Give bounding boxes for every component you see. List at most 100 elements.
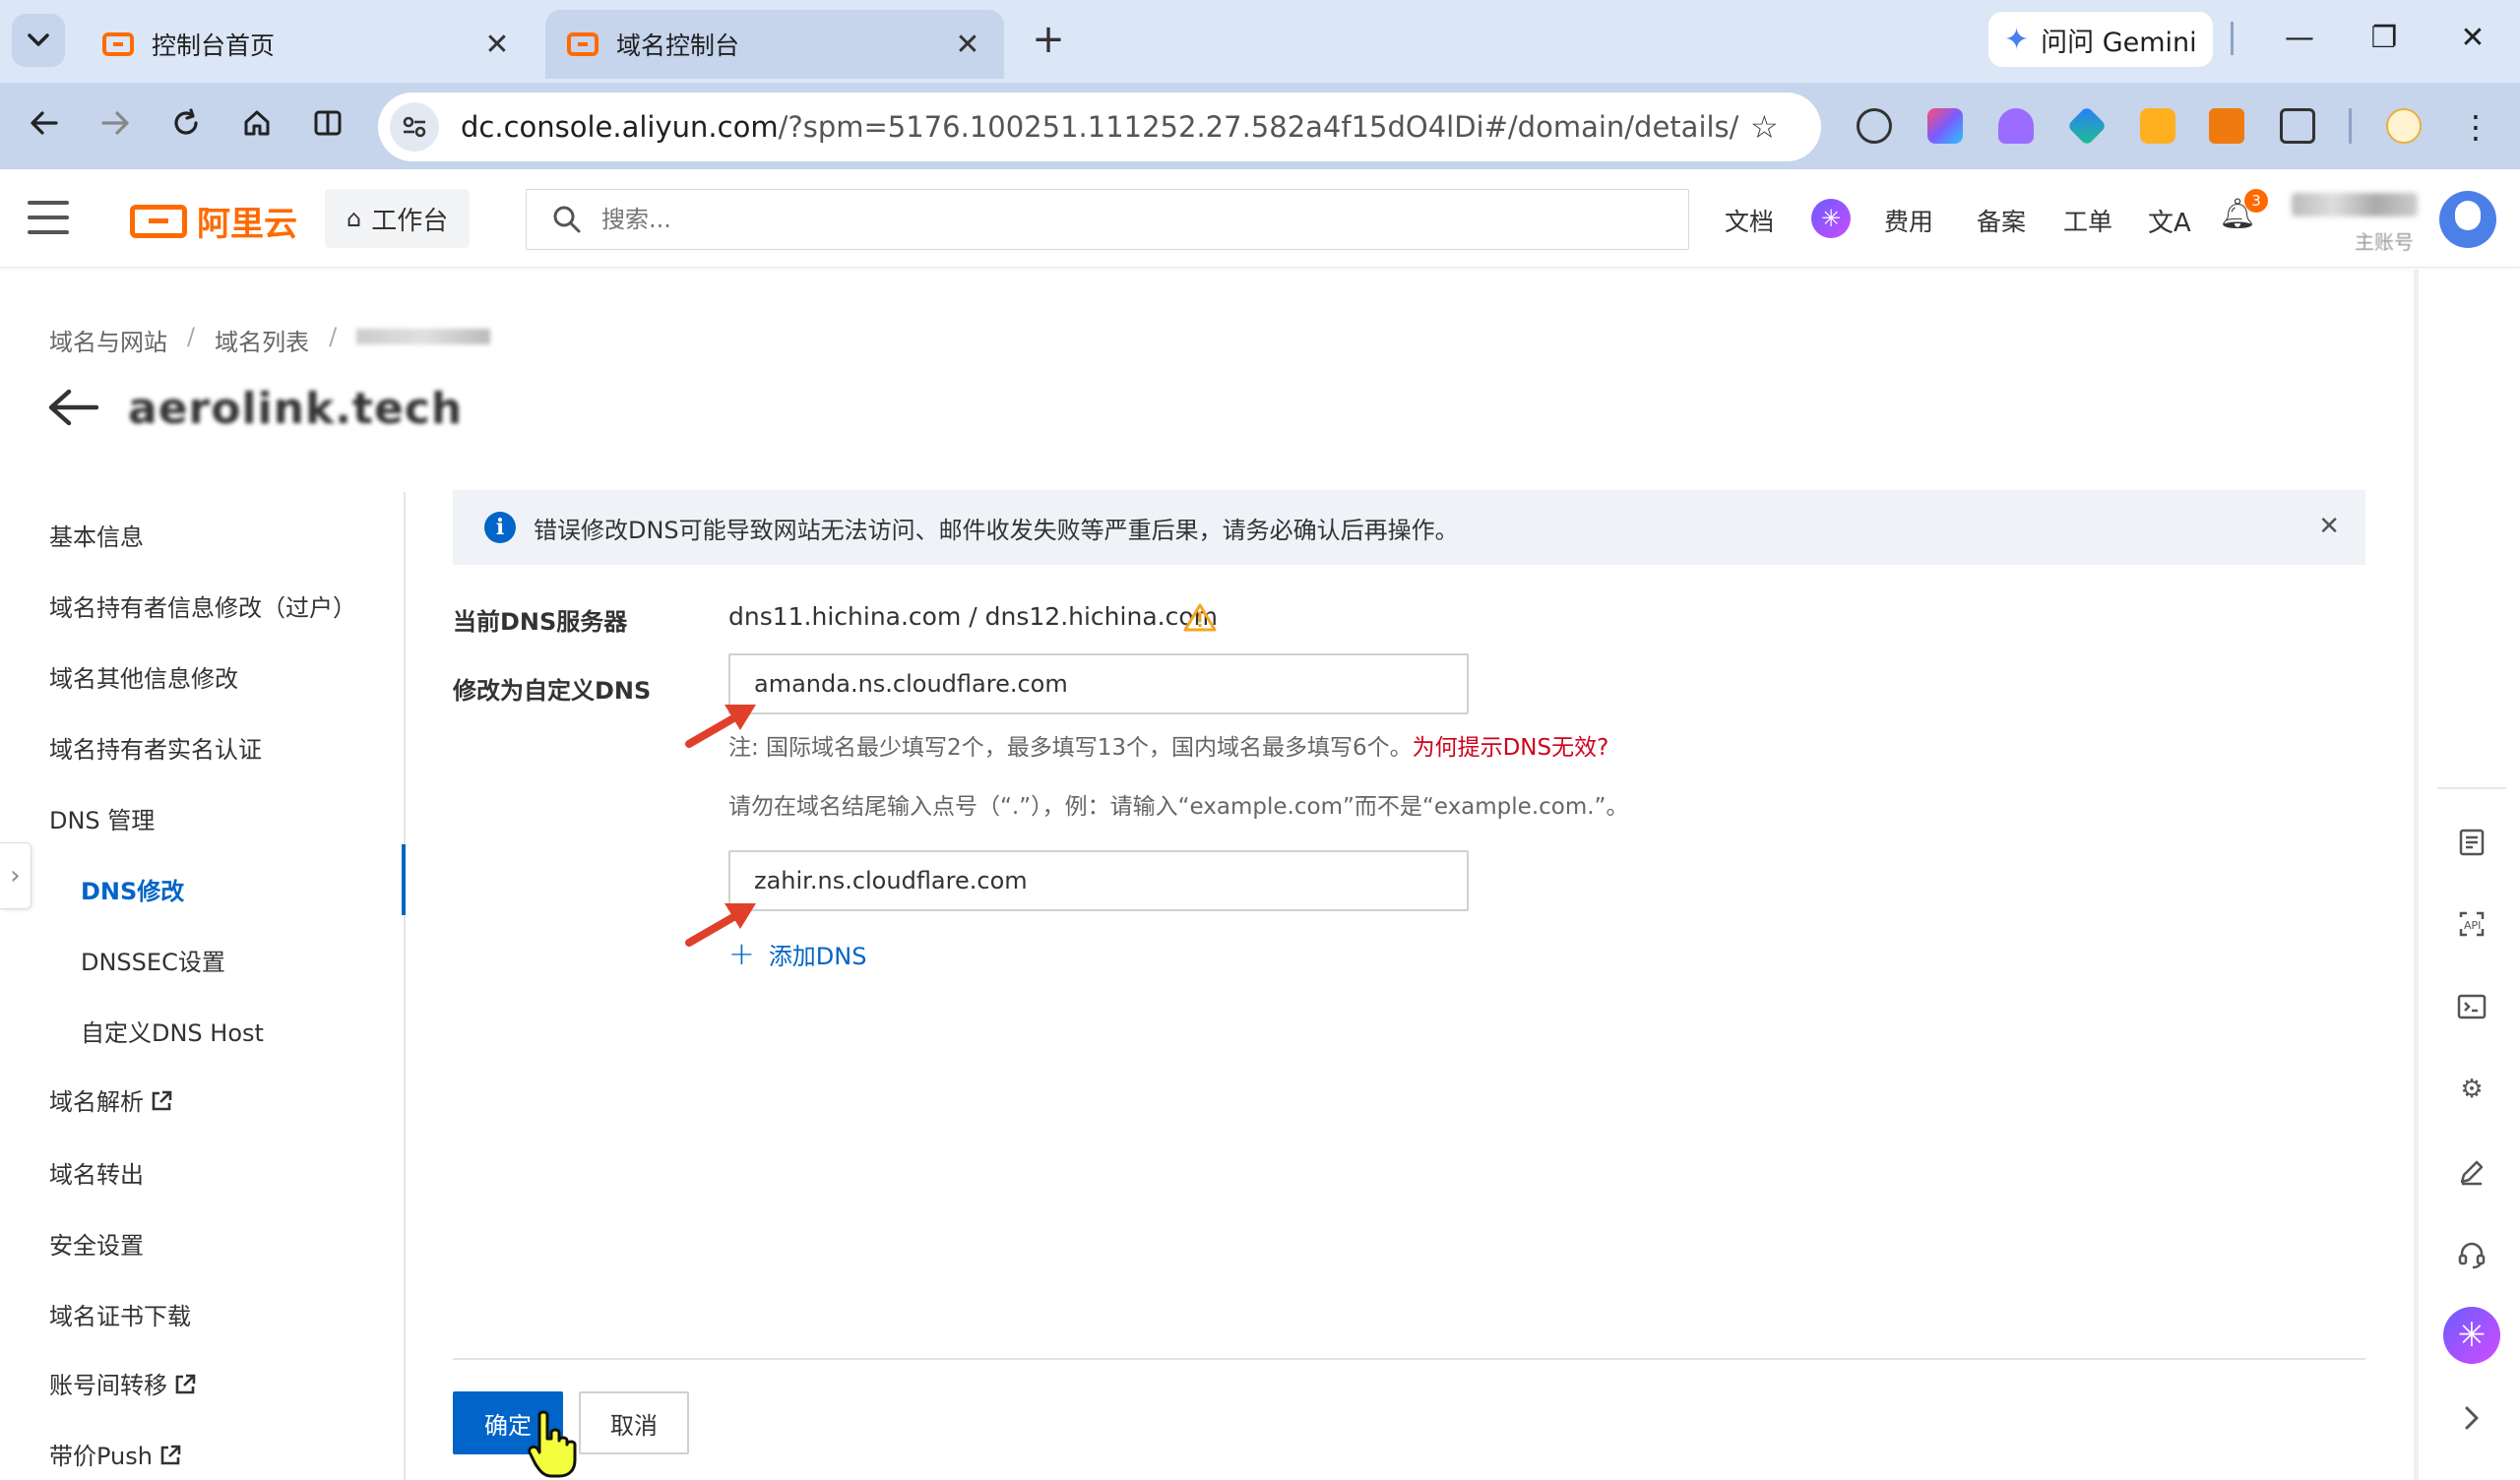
back-button[interactable] (18, 100, 71, 154)
notification-badge: 3 (2244, 189, 2268, 213)
close-icon[interactable]: ✕ (953, 28, 982, 62)
divider (2437, 787, 2506, 789)
search-input[interactable] (601, 206, 1487, 233)
ai-assistant-icon[interactable]: ✳ (1811, 199, 1851, 238)
why-dns-invalid-link[interactable]: 为何提示DNS无效? (1413, 735, 1609, 761)
chevron-down-icon (28, 33, 49, 46)
ai-assistant-icon[interactable]: ✳ (2443, 1307, 2500, 1364)
account-role: 主账号 (2355, 230, 2414, 254)
home-button[interactable] (230, 100, 284, 154)
sidebar-item-custom-dns-host[interactable]: 自定义DNS Host (81, 1014, 264, 1048)
restore-button[interactable]: ❐ (2355, 14, 2414, 63)
ticket-link[interactable]: 工单 (2063, 203, 2112, 238)
chevron-right-icon[interactable] (2449, 1395, 2494, 1441)
workbench-button[interactable]: ⌂ 工作台 (325, 189, 471, 248)
logo-text: 阿里云 (197, 205, 297, 244)
gear-icon[interactable]: ⚙ (2449, 1067, 2494, 1112)
close-icon[interactable]: ✕ (2318, 512, 2340, 541)
crystal-extension-icon[interactable] (1998, 108, 2034, 144)
separator (2231, 22, 2234, 55)
sidebar-item-dns-resolve[interactable]: 域名解析 (49, 1082, 173, 1117)
edit-icon[interactable] (2449, 1149, 2494, 1195)
cancel-button[interactable]: 取消 (579, 1391, 689, 1454)
bookmark-star-icon[interactable]: ☆ (1750, 108, 1779, 146)
terminal-icon[interactable] (2449, 984, 2494, 1029)
sidebar-item-other-info[interactable]: 域名其他信息修改 (49, 659, 238, 694)
browser-chrome: 控制台首页 ✕ 域名控制台 ✕ + ✦ 问问 Gemini — ❐ ✕ dc.c… (0, 0, 2520, 169)
sidebar-item-owner-change[interactable]: 域名持有者信息修改（过户） (49, 588, 356, 623)
tab-strip: 控制台首页 ✕ 域名控制台 ✕ + ✦ 问问 Gemini — ❐ ✕ (0, 0, 2520, 79)
new-tab-button[interactable]: + (1024, 16, 1073, 65)
custom-dns-label: 修改为自定义DNS (453, 677, 652, 705)
dns-server-input-1[interactable] (728, 653, 1469, 714)
console-search[interactable] (526, 189, 1689, 250)
dns-server-input-2[interactable] (728, 850, 1469, 911)
sidebar-item-label: 带价Push (49, 1443, 153, 1470)
site-info-icon[interactable] (390, 102, 439, 152)
openai-extension-icon[interactable] (1857, 108, 1892, 144)
reload-button[interactable] (159, 100, 213, 154)
address-bar[interactable]: dc.console.aliyun.com/?spm=5176.100251.1… (378, 92, 1821, 161)
sidebar-item-basic-info[interactable]: 基本信息 (49, 518, 144, 552)
split-view-icon (314, 110, 342, 136)
sidebar-active-indicator (402, 844, 406, 915)
color-extension-icon[interactable] (1927, 108, 1963, 144)
minimize-button[interactable]: — (2270, 14, 2329, 63)
notes-icon[interactable] (2449, 821, 2494, 866)
gemini-label: 问问 Gemini (2041, 27, 2197, 58)
tab-search-button[interactable] (12, 14, 65, 67)
docs-link[interactable]: 文档 (1725, 203, 1774, 238)
forward-button[interactable] (89, 100, 142, 154)
sidebar-item-transfer-out[interactable]: 域名转出 (49, 1155, 144, 1190)
window-close-button[interactable]: ✕ (2443, 14, 2502, 63)
layers-extension-icon[interactable] (2066, 105, 2108, 147)
close-icon[interactable]: ✕ (482, 28, 512, 62)
breadcrumb-item[interactable]: 域名列表 (215, 323, 309, 357)
url-text: dc.console.aliyun.com/?spm=5176.100251.1… (461, 110, 1740, 144)
browser-tab[interactable]: 控制台首页 ✕ (81, 10, 534, 79)
tab-title: 域名控制台 (616, 31, 740, 60)
aliyun-logo[interactable]: 阿里云 (130, 197, 297, 245)
right-tool-rail (2418, 270, 2520, 1480)
add-dns-button[interactable]: + 添加DNS (728, 935, 866, 972)
profile-avatar-icon[interactable] (2386, 108, 2422, 144)
avatar[interactable] (2439, 191, 2496, 248)
note-extension-icon[interactable] (2140, 108, 2175, 144)
hint-note: 注: 国际域名最少填写2个，最多填写13个，国内域名最多填写6个。 (728, 735, 1413, 761)
api-icon[interactable]: API (2449, 901, 2494, 947)
workbench-label: 工作台 (371, 206, 449, 236)
back-arrow-icon[interactable] (47, 382, 99, 439)
sidebar-item-account-transfer[interactable]: 账号间转移 (49, 1366, 197, 1400)
reload-icon (174, 108, 198, 135)
more-menu-icon[interactable]: ⋮ (2449, 100, 2502, 154)
breadcrumb-item[interactable]: 域名与网站 (49, 323, 167, 357)
sidebar-item-certificate[interactable]: 域名证书下载 (49, 1297, 191, 1331)
divider (453, 1358, 2365, 1360)
page-title: aerolink.tech (128, 384, 464, 434)
gemini-button[interactable]: ✦ 问问 Gemini (1988, 12, 2213, 67)
sidebar-item-real-name[interactable]: 域名持有者实名认证 (49, 730, 262, 765)
current-dns-label: 当前DNS服务器 (453, 608, 628, 636)
sidebar-item-dns-modify[interactable]: DNS修改 (81, 872, 184, 906)
orange-extension-icon[interactable] (2209, 108, 2244, 144)
split-view-button[interactable] (301, 100, 354, 154)
sidebar-collapse-toggle[interactable]: › (0, 842, 32, 909)
hamburger-menu-icon[interactable] (28, 201, 69, 236)
sidebar-item-dns-management[interactable]: DNS 管理 (49, 801, 155, 835)
headset-support-icon[interactable] (2449, 1232, 2494, 1277)
sidebar-item-security[interactable]: 安全设置 (49, 1226, 144, 1261)
breadcrumb-separator: / (329, 323, 338, 350)
icp-link[interactable]: 备案 (1977, 203, 2026, 238)
home-icon: ⌂ (346, 205, 362, 232)
browser-tab-active[interactable]: 域名控制台 ✕ (545, 10, 1004, 79)
sidebar-item-dnssec[interactable]: DNSSEC设置 (81, 943, 225, 977)
extensions-puzzle-icon[interactable] (2280, 108, 2315, 144)
svg-text:API: API (2464, 919, 2481, 932)
search-icon (553, 206, 581, 233)
sidebar-item-priced-push[interactable]: 带价Push (49, 1437, 182, 1471)
info-icon: i (484, 512, 516, 543)
billing-link[interactable]: 费用 (1884, 203, 1933, 238)
console-header: 阿里云 ⌂ 工作台 文档 ✳ 费用 备案 工单 文A 🔔︎ 3 主账号 (0, 169, 2520, 268)
account-name-redacted[interactable] (2292, 193, 2418, 216)
language-icon[interactable]: 文A (2148, 203, 2191, 239)
